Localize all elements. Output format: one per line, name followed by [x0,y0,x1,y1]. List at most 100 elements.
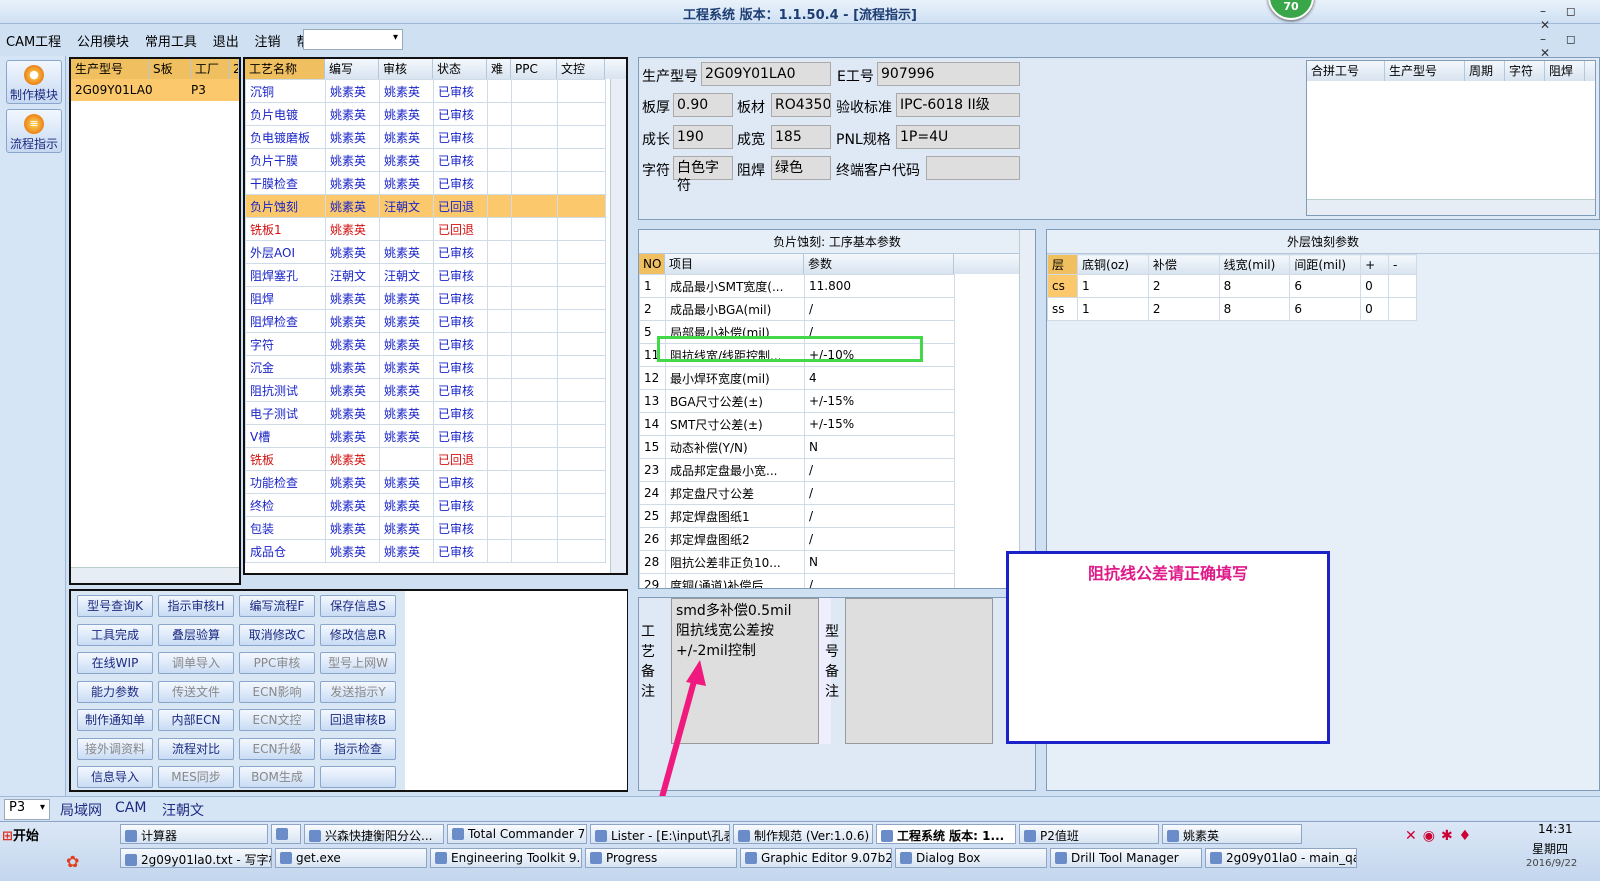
action-button[interactable]: 能力参数 [77,680,153,703]
job-row[interactable]: 2G09Y01LA0 P3 [71,79,239,101]
action-button[interactable]: 指示审核H [158,595,234,617]
action-button[interactable]: ECN文控 [239,709,315,731]
menu-exit[interactable]: 退出 [207,27,245,54]
col-ppc[interactable]: PPC [511,59,557,79]
params-vscrollbar[interactable] [1019,230,1035,586]
taskbar-item[interactable]: 制作规范 (Ver:1.0.6) [733,824,873,844]
column-header[interactable]: 层 [1046,254,1079,275]
column-header[interactable]: 间距(mil) [1289,254,1362,275]
table-row[interactable]: 阻焊 姚素英 姚素英 已审核 [245,286,606,310]
col-item[interactable]: 项目 [665,254,804,274]
column-header[interactable]: + [1360,254,1390,275]
table-row[interactable]: 铣板1 姚素英 已回退 [245,217,606,241]
taskbar-item[interactable]: Dialog Box [895,848,1047,868]
col-combine-model[interactable]: 生产型号 [1385,61,1465,81]
table-row[interactable]: 15 动态补偿(Y/N) N [639,435,955,459]
action-button[interactable] [320,766,396,788]
table-row[interactable]: 阻焊塞孔 汪朝文 汪朝文 已审核 [245,263,606,287]
table-row[interactable]: 沉金 姚素英 姚素英 已审核 [245,355,606,379]
column-header[interactable]: 底铜(oz) [1077,254,1149,275]
action-button[interactable]: 型号查询K [77,595,153,617]
table-row[interactable]: 功能检查 姚素英 姚素英 已审核 [245,470,606,494]
action-button[interactable]: 内部ECN [158,709,234,731]
column-header[interactable]: 线宽(mil) [1218,254,1291,275]
action-button[interactable]: 取消修改C [239,623,315,646]
field-width[interactable]: 185 [771,125,831,149]
taskbar-item[interactable]: 姚素英 [1162,824,1302,844]
table-row[interactable]: 23 成品邦定盘最小宽... / [639,458,955,482]
col-reviewer[interactable]: 审核 [379,59,433,79]
table-row[interactable]: 14 SMT尺寸公差(±) +/-15% [639,412,955,436]
action-button[interactable]: 信息导入 [77,766,153,788]
start-button[interactable]: ⊞开始 [2,825,52,847]
model-remark-textarea[interactable] [845,598,993,744]
action-button[interactable]: 制作通知单 [77,709,153,731]
col-status[interactable]: 状态 [433,59,487,79]
col-combine-cycle[interactable]: 周期 [1465,61,1505,81]
action-button[interactable]: PPC审核 [239,652,315,674]
action-button[interactable]: 叠层验算 [158,623,234,646]
table-row[interactable]: 2 成品最小BGA(mil) / [639,297,955,321]
table-row[interactable]: 28 阻抗公差非正负10... N [639,550,955,574]
col-combine-job[interactable]: 合拼工号 [1307,61,1385,81]
col-no[interactable]: NO [639,254,665,274]
action-button[interactable]: 发送指示Y [320,680,396,703]
taskbar-item[interactable]: 工程系统 版本: 1... [876,824,1016,844]
field-pnl[interactable]: 1P=4U [896,125,1020,149]
table-row[interactable]: 沉铜 姚素英 姚素英 已审核 [245,79,606,103]
process-vscrollbar[interactable] [610,79,626,573]
action-button[interactable]: ECN升级 [239,737,315,760]
table-row[interactable]: ss 1 2 8 6 0 [1046,297,1417,321]
field-thickness[interactable]: 0.90 [673,93,733,117]
table-row[interactable]: 电子测试 姚素英 姚素英 已审核 [245,401,606,425]
action-button[interactable]: 传送文件 [158,680,234,703]
field-customer[interactable] [926,156,1020,180]
table-row[interactable]: 外层AOI 姚素英 姚素英 已审核 [245,240,606,264]
taskbar-item[interactable] [271,824,301,844]
table-row[interactable]: 包装 姚素英 姚素英 已审核 [245,516,606,540]
field-material[interactable]: RO4350B [771,93,831,117]
make-module-button[interactable]: ● 制作模块 [6,60,62,104]
taskbar-item[interactable]: get.exe [275,848,427,868]
field-length[interactable]: 190 [673,125,733,149]
taskbar-item[interactable]: 兴森快捷衡阳分公... [304,824,444,844]
col-doc[interactable]: 文控 [557,59,605,79]
action-button[interactable]: 指示检查 [320,737,396,760]
col-difficulty[interactable]: 难 [487,59,511,79]
field-model[interactable]: 2G09Y01LA0 [701,62,831,86]
table-row[interactable]: 字符 姚素英 姚素英 已审核 [245,332,606,356]
taskbar-item[interactable]: P2值班 [1019,824,1159,844]
taskbar-item[interactable]: Engineering Toolkit 9.07... [430,848,582,868]
taskbar-item[interactable]: 2g09y01la0 - main_qa [1205,848,1357,868]
action-button[interactable]: ECN影响 [239,680,315,703]
menu-combo[interactable] [303,29,403,50]
menu-cam[interactable]: CAM工程 [0,27,67,54]
menu-common[interactable]: 公用模块 [71,27,135,54]
col-combine-mask[interactable]: 阻焊 [1545,61,1585,81]
table-row[interactable]: 负片电镀 姚素英 姚素英 已审核 [245,102,606,126]
taskbar-item[interactable]: Drill Tool Manager [1050,848,1202,868]
flow-instruction-button[interactable]: ≡ 流程指示 [6,109,62,153]
col-combine-char[interactable]: 字符 [1505,61,1545,81]
action-button[interactable]: 修改信息R [320,623,396,646]
table-row[interactable]: 负电镀磨板 姚素英 姚素英 已审核 [245,125,606,149]
taskbar-item[interactable]: Graphic Editor 9.07b2 (... [740,848,892,868]
table-row[interactable]: 负片蚀刻 姚素英 汪朝文 已回退 [245,194,606,218]
table-row[interactable]: 成品仓 姚素英 姚素英 已审核 [245,539,606,563]
col-model[interactable]: 生产型号 [71,59,149,79]
field-standard[interactable]: IPC-6018 II级 [896,93,1020,117]
taskbar-item[interactable]: Progress [585,848,737,868]
action-button[interactable]: 在线WIP [77,652,153,674]
mdi-controls[interactable]: – ◻ ✕ [1540,32,1600,60]
table-row[interactable]: V槽 姚素英 姚素英 已审核 [245,424,606,448]
table-row[interactable]: 25 邦定焊盘图纸1/ [639,504,955,528]
table-row[interactable]: 13 BGA尺寸公差(±) +/-15% [639,389,955,413]
action-button[interactable]: 调单导入 [158,652,234,674]
taskbar-item[interactable]: Lister - [E:\input\孔表... [590,824,730,844]
action-button[interactable]: 型号上网W [320,652,396,674]
column-header[interactable]: - [1388,254,1417,275]
action-button[interactable]: 流程对比 [158,737,234,760]
job-hscrollbar[interactable] [71,567,239,583]
action-button[interactable]: 回退审核B [320,709,396,731]
column-header[interactable]: 补偿 [1147,254,1220,275]
